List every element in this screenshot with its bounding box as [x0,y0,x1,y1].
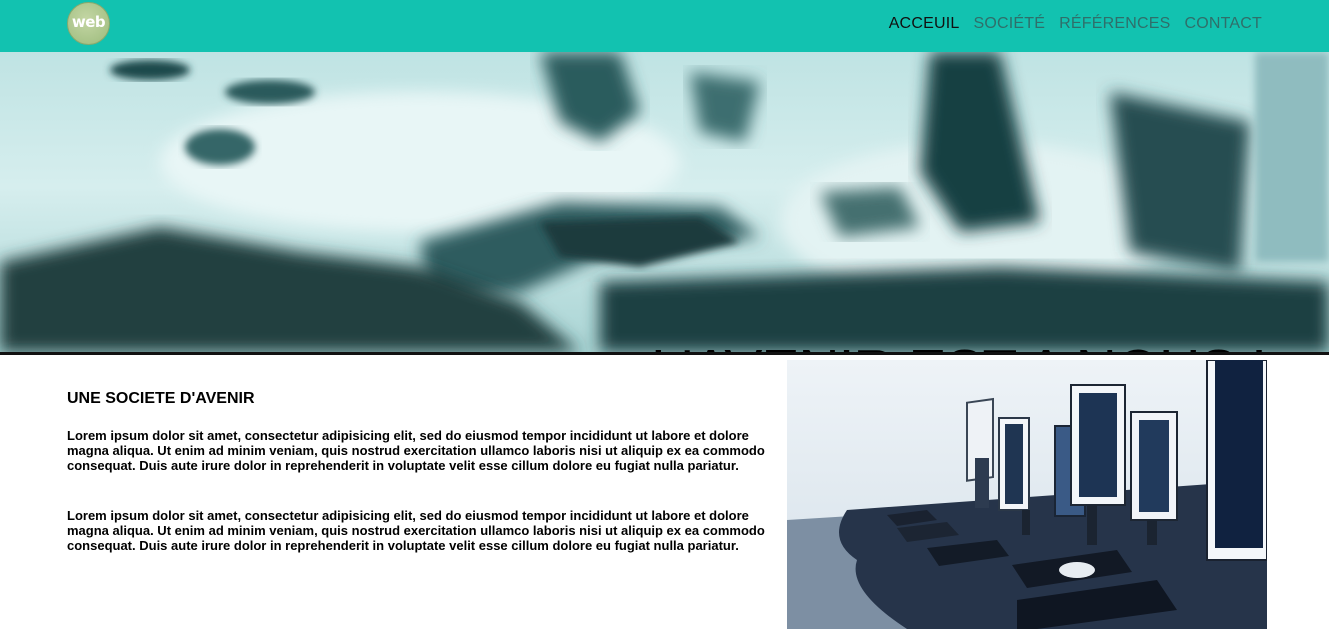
paragraph: Lorem ipsum dolor sit amet, consectetur … [67,428,765,473]
computers-photo [787,360,1267,629]
hero-divider [0,352,1329,355]
hero-background-image [0,52,1329,352]
paragraph: Lorem ipsum dolor sit amet, consectetur … [67,508,765,553]
nav-item-accueil[interactable]: ACCEUIL [889,15,960,33]
main-nav: ACCEUIL SOCIÉTÉ RÉFÉRENCES CONTACT [889,15,1262,33]
nav-item-societe[interactable]: SOCIÉTÉ [973,15,1045,33]
nav-item-contact[interactable]: CONTACT [1184,15,1262,33]
hero-banner: L'AVENIR EST A NOUS ! [0,52,1329,352]
logo[interactable]: web [67,2,110,45]
hero-title: L'AVENIR EST A NOUS ! [651,338,1267,352]
computer-lab-image [787,360,1267,629]
site-header: web ACCEUIL SOCIÉTÉ RÉFÉRENCES CONTACT [0,0,1329,52]
section-title: UNE SOCIETE D'AVENIR [67,390,255,407]
nav-item-references[interactable]: RÉFÉRENCES [1059,15,1170,33]
logo-text: web [71,13,106,31]
